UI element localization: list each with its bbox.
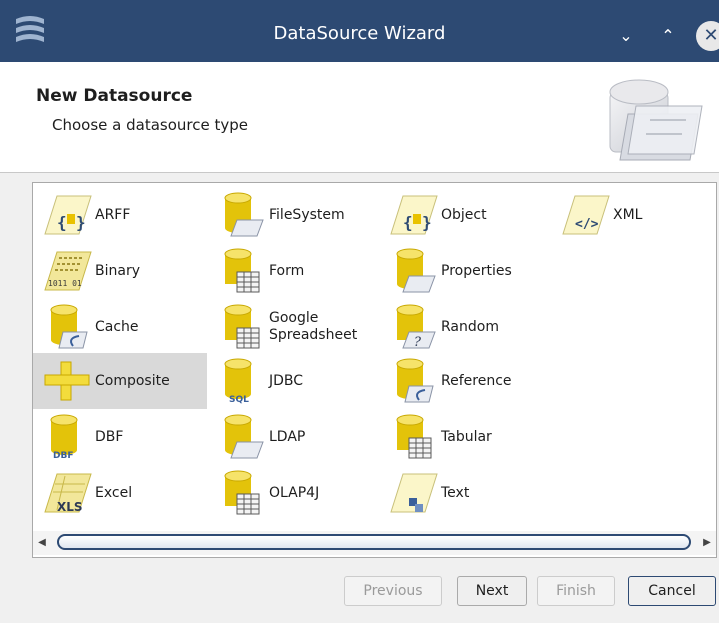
binary-label: Binary	[95, 262, 140, 279]
list-item-object[interactable]: { } Object	[385, 187, 555, 243]
ldap-label: LDAP	[269, 428, 306, 445]
google-spreadsheet-label-line2: Spreadsheet	[269, 327, 358, 343]
cache-icon	[39, 302, 95, 352]
list-item-google-spreadsheet[interactable]: Google Spreadsheet	[213, 299, 383, 355]
list-item-composite[interactable]: Composite	[33, 353, 207, 409]
tabular-label: Tabular	[441, 428, 492, 445]
datasource-folder-icon	[609, 79, 703, 161]
random-label: Random	[441, 318, 499, 335]
plus-icon	[39, 356, 95, 406]
olap4j-label: OLAP4J	[269, 484, 320, 501]
random-icon: ?	[385, 302, 441, 352]
cancel-button[interactable]: Cancel	[628, 576, 716, 606]
svg-text:{: {	[57, 213, 67, 232]
tabular-icon	[385, 412, 441, 462]
list-item-ldap[interactable]: LDAP	[213, 409, 383, 465]
scrollbar-thumb[interactable]	[57, 534, 691, 550]
xml-icon: </>	[557, 190, 613, 240]
spreadsheet-icon	[213, 302, 269, 352]
ldap-icon	[213, 412, 269, 462]
next-button[interactable]: Next	[457, 576, 527, 606]
reference-icon	[385, 356, 441, 406]
datasource-type-list: { } ARFF 1011 01 Binary Cache Composite …	[32, 182, 717, 558]
text-label: Text	[441, 484, 470, 501]
list-item-jdbc[interactable]: SQL JDBC	[213, 353, 383, 409]
list-item-cache[interactable]: Cache	[39, 299, 199, 355]
cache-label: Cache	[95, 318, 139, 335]
svg-text:{: {	[403, 213, 413, 232]
list-item-reference[interactable]: Reference	[385, 353, 555, 409]
list-item-form[interactable]: Form	[213, 243, 383, 299]
finish-button[interactable]: Finish	[537, 576, 615, 606]
list-item-text[interactable]: Text	[385, 465, 555, 521]
olap4j-icon	[213, 468, 269, 518]
properties-icon	[385, 246, 441, 296]
form-label: Form	[269, 262, 305, 279]
list-item-dbf[interactable]: DBF DBF	[39, 409, 199, 465]
excel-label: Excel	[95, 484, 133, 501]
list-item-excel[interactable]: XLS Excel	[39, 465, 199, 521]
object-icon: { }	[385, 190, 441, 240]
text-file-icon	[385, 468, 441, 518]
filesystem-label: FileSystem	[269, 206, 345, 223]
title-bar: DataSource Wizard ⌄ ⌃ ✕	[0, 0, 719, 62]
page-title: New Datasource	[36, 86, 193, 106]
binary-bits-text: 1011 01	[48, 279, 82, 288]
list-item-arff[interactable]: { } ARFF	[39, 187, 199, 243]
scroll-right-arrow-icon[interactable]: ▶	[700, 536, 714, 550]
scroll-left-arrow-icon[interactable]: ◀	[35, 536, 49, 550]
binary-icon: 1011 01	[39, 246, 95, 296]
filesystem-icon	[213, 190, 269, 240]
dbf-text: DBF	[53, 451, 73, 460]
google-spreadsheet-label: Google Spreadsheet	[269, 310, 357, 344]
dbf-icon: DBF	[39, 412, 95, 462]
list-item-tabular[interactable]: Tabular	[385, 409, 555, 465]
list-item-binary[interactable]: 1011 01 Binary	[39, 243, 199, 299]
arff-label: ARFF	[95, 206, 131, 223]
list-item-filesystem[interactable]: FileSystem	[213, 187, 383, 243]
list-item-random[interactable]: ? Random	[385, 299, 555, 355]
script-icon: { }	[39, 190, 95, 240]
properties-label: Properties	[441, 262, 512, 279]
xml-label: XML	[613, 206, 643, 223]
jdbc-icon: SQL	[213, 356, 269, 406]
form-icon	[213, 246, 269, 296]
jdbc-label: JDBC	[269, 372, 304, 389]
previous-button[interactable]: Previous	[344, 576, 442, 606]
window-title: DataSource Wizard	[273, 23, 446, 44]
excel-icon: XLS	[39, 468, 95, 518]
horizontal-scrollbar[interactable]: ◀ ▶	[33, 531, 716, 555]
object-label: Object	[441, 206, 487, 223]
google-spreadsheet-label-line1: Google	[269, 310, 319, 326]
wizard-footer: Previous Next Finish Cancel	[0, 562, 719, 623]
xls-text: XLS	[57, 500, 83, 514]
xml-tag-text: </>	[575, 217, 599, 232]
close-icon[interactable]: ✕	[696, 21, 719, 51]
dbf-label: DBF	[95, 428, 124, 445]
list-item-olap4j[interactable]: OLAP4J	[213, 465, 383, 521]
composite-label: Composite	[95, 372, 170, 389]
svg-text:}: }	[422, 213, 432, 232]
page-subtitle: Choose a datasource type	[52, 116, 248, 134]
list-item-xml[interactable]: </> XML	[557, 187, 707, 243]
minimize-icon[interactable]: ⌄	[614, 24, 638, 48]
reference-label: Reference	[441, 372, 512, 389]
list-item-properties[interactable]: Properties	[385, 243, 555, 299]
maximize-icon[interactable]: ⌃	[656, 24, 680, 48]
wizard-header: New Datasource Choose a datasource type	[0, 62, 719, 173]
svg-text:}: }	[76, 213, 86, 232]
sql-text: SQL	[229, 395, 249, 404]
svg-text:?: ?	[414, 335, 422, 350]
